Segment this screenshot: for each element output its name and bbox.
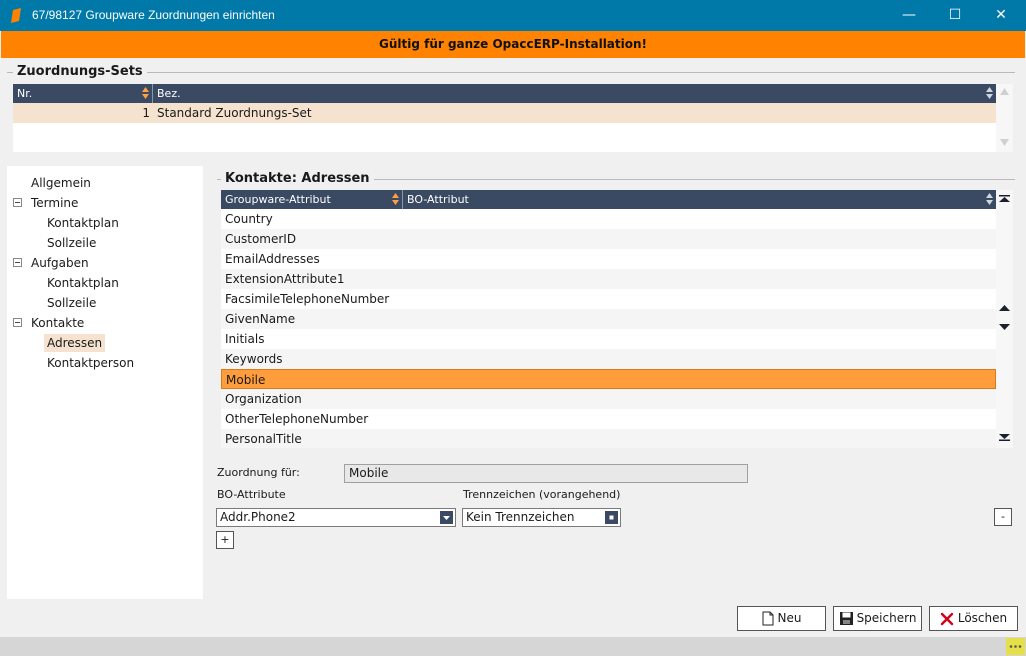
remove-mapping-button[interactable]: - — [994, 508, 1012, 526]
app-logo-icon — [11, 8, 21, 23]
sets-col-nr-label: Nr. — [17, 87, 33, 100]
mapping-grid-header: Groupware-Attribut BO-Attribut — [221, 190, 996, 209]
sets-col-bez[interactable]: Bez. — [153, 84, 996, 103]
scope-banner: Gültig für ganze OpaccERP-Installation! — [1, 31, 1025, 58]
tree-item-termine[interactable]: Termine — [28, 194, 81, 212]
zuordnung-label: Zuordnung für: — [217, 466, 300, 479]
sets-row-bez: Standard Zuordnungs-Set — [157, 106, 312, 120]
collapse-icon[interactable] — [13, 198, 22, 207]
mapping-col-groupware-label: Groupware-Attribut — [225, 193, 331, 206]
resize-grip-icon[interactable] — [1006, 638, 1025, 655]
sets-group-line — [7, 72, 1015, 73]
mapping-row[interactable]: OtherTelephoneNumber — [221, 409, 996, 429]
delete-button-label: Löschen — [957, 611, 1008, 625]
mapping-group-title: Kontakte: Adressen — [221, 171, 374, 186]
scroll-bottom-icon[interactable] — [999, 434, 1010, 441]
tree-item-kontakte[interactable]: Kontakte — [28, 314, 87, 332]
new-document-icon — [762, 611, 774, 626]
scroll-top-icon[interactable] — [999, 195, 1010, 202]
new-button-label: Neu — [777, 611, 802, 625]
mapping-scrollbar[interactable] — [996, 190, 1013, 448]
add-mapping-button[interactable]: + — [216, 531, 234, 549]
sort-icon — [142, 87, 149, 99]
dropdown-arrow-icon[interactable] — [440, 511, 453, 524]
scroll-up-icon[interactable] — [999, 304, 1010, 311]
bo-attribute-select[interactable]: Addr.Phone2 — [216, 508, 456, 527]
mapping-row[interactable]: Country — [221, 209, 996, 229]
mapping-row[interactable]: ExtensionAttribute1 — [221, 269, 996, 289]
sets-group-title: Zuordnungs-Sets — [13, 64, 147, 79]
save-button-label: Speichern — [856, 611, 917, 625]
mapping-row-selected[interactable]: Mobile — [221, 369, 996, 389]
delete-button[interactable]: Löschen — [929, 606, 1018, 631]
maximize-button[interactable]: ☐ — [932, 0, 978, 31]
mapping-row[interactable]: FacsimileTelephoneNumber — [221, 289, 996, 309]
dropdown-dot-icon[interactable] — [605, 511, 618, 524]
trennzeichen-value: Kein Trennzeichen — [466, 510, 575, 524]
sets-scrollbar[interactable] — [996, 84, 1013, 152]
mapping-row[interactable]: CustomerID — [221, 229, 996, 249]
mapping-col-bo-label: BO-Attribut — [407, 193, 469, 206]
sort-icon — [986, 193, 993, 205]
tree-item-aufgaben-sollzeile[interactable]: Sollzeile — [44, 294, 99, 312]
tree-item-aufgaben[interactable]: Aufgaben — [28, 254, 92, 272]
scroll-down-icon[interactable] — [999, 324, 1010, 331]
save-disk-icon — [839, 612, 853, 625]
sort-icon — [986, 87, 993, 99]
sets-grid[interactable]: Nr. Bez. 1 Standard Zuordnungs-Set — [13, 84, 996, 152]
sets-col-bez-label: Bez. — [157, 87, 181, 100]
navigation-tree[interactable]: Allgemein Termine Kontaktplan Sollzeile … — [7, 166, 203, 599]
sets-grid-header: Nr. Bez. — [13, 84, 996, 103]
mapping-grid[interactable]: Groupware-Attribut BO-Attribut Country C… — [221, 190, 996, 448]
delete-x-icon — [940, 612, 954, 625]
tree-item-adressen[interactable]: Adressen — [44, 334, 106, 352]
minimize-button[interactable]: — — [886, 0, 932, 31]
zuordnung-field: Mobile — [344, 464, 748, 483]
scroll-up-icon[interactable] — [1000, 88, 1009, 95]
mapping-row[interactable]: EmailAddresses — [221, 249, 996, 269]
tree-item-allgemein[interactable]: Allgemein — [28, 174, 94, 192]
close-button[interactable]: ✕ — [978, 0, 1024, 31]
tree-item-aufgaben-kontaktplan[interactable]: Kontaktplan — [44, 274, 122, 292]
bo-attribute-value: Addr.Phone2 — [220, 510, 296, 524]
sets-col-nr[interactable]: Nr. — [13, 84, 153, 103]
sets-row[interactable]: 1 Standard Zuordnungs-Set — [13, 103, 996, 123]
trennzeichen-label: Trennzeichen (vorangehend) — [463, 488, 621, 501]
bo-attribute-label: BO-Attribute — [217, 488, 286, 501]
tree-item-kontaktperson[interactable]: Kontaktperson — [44, 354, 137, 372]
status-bar — [0, 637, 1026, 656]
save-button[interactable]: Speichern — [833, 606, 922, 631]
sort-icon — [392, 193, 399, 205]
mapping-row[interactable]: PersonalTitle — [221, 429, 996, 448]
mapping-row[interactable]: Keywords — [221, 349, 996, 369]
collapse-icon[interactable] — [13, 258, 22, 267]
mapping-row[interactable]: GivenName — [221, 309, 996, 329]
mapping-col-bo[interactable]: BO-Attribut — [403, 190, 996, 209]
mapping-row[interactable]: Organization — [221, 389, 996, 409]
mapping-col-groupware[interactable]: Groupware-Attribut — [221, 190, 403, 209]
collapse-icon[interactable] — [13, 318, 22, 327]
sets-row-nr: 1 — [142, 106, 150, 120]
scroll-down-icon[interactable] — [1000, 139, 1009, 146]
new-button[interactable]: Neu — [737, 606, 826, 631]
window-title: 67/98127 Groupware Zuordnungen einrichte… — [32, 8, 275, 22]
tree-item-termine-sollzeile[interactable]: Sollzeile — [44, 234, 99, 252]
trennzeichen-select[interactable]: Kein Trennzeichen — [462, 508, 621, 527]
tree-item-termine-kontaktplan[interactable]: Kontaktplan — [44, 214, 122, 232]
window-titlebar[interactable]: 67/98127 Groupware Zuordnungen einrichte… — [0, 0, 1026, 31]
mapping-row[interactable]: Initials — [221, 329, 996, 349]
